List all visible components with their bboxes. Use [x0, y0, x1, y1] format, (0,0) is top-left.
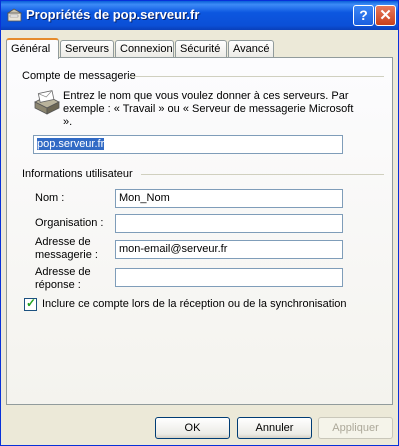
- email-label-line-2: messagerie :: [35, 249, 98, 261]
- window-title: Propriétés de pop.serveur.fr: [26, 7, 200, 22]
- include-account-label[interactable]: Inclure ce compte lors de la réception o…: [42, 298, 347, 310]
- tab-securite[interactable]: Sécurité: [175, 40, 227, 57]
- mail-account-icon: [7, 8, 23, 22]
- close-button[interactable]: ✕: [375, 5, 396, 26]
- reply-label-line-2: réponse :: [35, 279, 81, 291]
- apply-button[interactable]: Appliquer: [318, 417, 393, 439]
- include-account-checkbox[interactable]: [24, 296, 37, 311]
- reply-field[interactable]: [115, 268, 343, 287]
- ok-button[interactable]: OK: [155, 417, 230, 439]
- name-field[interactable]: Mon_Nom: [115, 189, 343, 208]
- properties-dialog: Propriétés de pop.serveur.fr ? ✕ Général…: [0, 0, 399, 446]
- email-field[interactable]: mon-email@serveur.fr: [115, 240, 343, 259]
- account-name-field[interactable]: pop.serveur.fr: [33, 135, 343, 154]
- reply-label-line-1: Adresse de: [35, 266, 91, 278]
- account-description: Entrez le nom que vous voulez donner à c…: [63, 90, 354, 128]
- tab-general[interactable]: Général: [6, 38, 59, 59]
- email-label-line-1: Adresse de: [35, 236, 91, 248]
- cancel-button[interactable]: Annuler: [237, 417, 312, 439]
- mail-server-icon: [34, 90, 60, 115]
- account-group-title: Compte de messagerie: [22, 70, 136, 82]
- user-group-divider: [141, 174, 384, 175]
- title-bar[interactable]: Propriétés de pop.serveur.fr ? ✕: [1, 1, 398, 30]
- general-panel: Compte de messagerie Entrez le nom que v…: [6, 57, 393, 405]
- user-group-title: Informations utilisateur: [22, 168, 133, 180]
- tab-serveurs[interactable]: Serveurs: [60, 40, 114, 57]
- organisation-field[interactable]: [115, 214, 343, 233]
- tab-avance[interactable]: Avancé: [228, 40, 274, 57]
- help-button[interactable]: ?: [353, 5, 374, 26]
- account-group-divider: [129, 76, 384, 77]
- account-name-value: pop.serveur.fr: [37, 138, 105, 150]
- name-label: Nom :: [35, 192, 65, 204]
- tab-connexion[interactable]: Connexion: [115, 40, 174, 57]
- organisation-label: Organisation :: [35, 217, 104, 229]
